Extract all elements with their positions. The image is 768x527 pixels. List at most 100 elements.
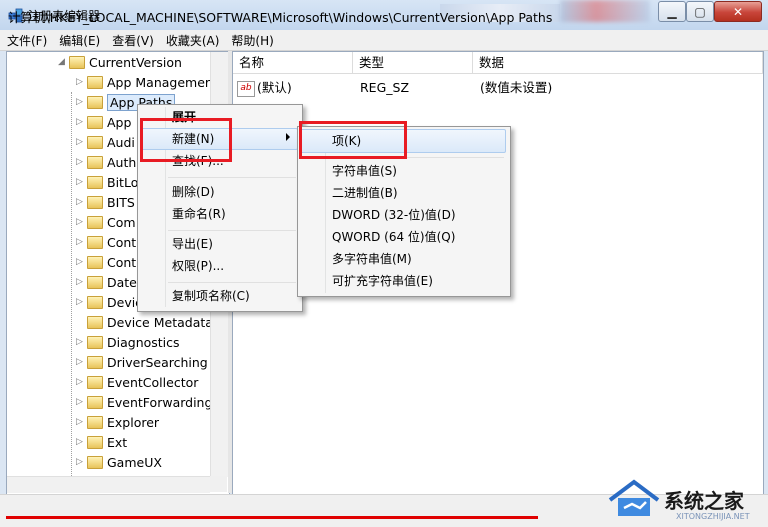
menu-view[interactable]: 查看(V) [105,32,159,49]
maximize-button[interactable]: ▢ [686,1,714,22]
expand-icon[interactable]: ▷ [75,257,84,267]
sub-qword-value[interactable]: QWORD (64 位)值(Q) [332,227,455,247]
folder-icon [87,395,103,409]
tree-item-label: EventCollector [107,374,199,390]
annotation-underline [6,516,538,519]
tree-horizontal-scrollbar[interactable] [7,476,210,493]
tree-item[interactable]: ▷ Date [75,272,137,292]
menu-separator [168,177,296,178]
minimize-icon: ▁ [667,4,677,19]
ctx-rename[interactable]: 重命名(R) [172,204,226,224]
value-row-default[interactable]: ab (默认) [237,78,292,98]
expand-icon[interactable]: ▷ [75,177,84,187]
sub-expandable-string-value[interactable]: 可扩充字符串值(E) [332,271,433,291]
expand-icon[interactable]: ▷ [75,237,84,247]
folder-icon [87,115,103,129]
menu-help[interactable]: 帮助(H) [224,32,278,49]
tree-item[interactable]: ▷ BITS [75,192,135,212]
column-header-type[interactable]: 类型 [353,52,473,74]
folder-icon [87,235,103,249]
expand-icon[interactable]: ▷ [75,357,84,367]
scrollbar-corner [210,476,227,492]
expand-icon[interactable]: ▷ [75,157,84,167]
tree-item[interactable]: ▷ Explorer [75,412,159,432]
tree-item-label: BitLo [107,174,139,190]
submenu-arrow-icon [286,133,290,141]
expand-icon[interactable]: ▷ [75,397,84,407]
tree-item[interactable]: ▷ App Managemer [75,72,210,92]
folder-icon [87,295,103,309]
tree-item[interactable]: ▷ Auth [75,152,136,172]
folder-icon [87,255,103,269]
expand-icon[interactable]: ▷ [75,197,84,207]
tree-item[interactable]: ▷ Cont [75,252,136,272]
expand-icon[interactable]: ▷ [75,97,84,107]
tree-guide-line [71,92,72,492]
tree-item[interactable]: ▷ App [75,112,131,132]
folder-icon [87,335,103,349]
tree-item[interactable]: ▷ GameUX [75,452,162,472]
folder-icon [87,355,103,369]
column-header-name[interactable]: 名称 [233,52,353,74]
tree-item[interactable]: ▷ Devic [75,292,142,312]
ctx-delete[interactable]: 删除(D) [172,182,215,202]
ctx-copy-key-name[interactable]: 复制项名称(C) [172,286,250,306]
expand-icon[interactable]: ▷ [75,137,84,147]
tree-item-label: Device Metadata [107,314,213,330]
expand-icon[interactable]: ▷ [75,217,84,227]
tree-item-label: Auth [107,154,137,170]
menu-favorites[interactable]: 收藏夹(A) [159,32,225,49]
expand-icon[interactable]: ▷ [75,277,84,287]
tree-item-label: DriverSearching [107,354,208,370]
sub-multi-string-value[interactable]: 多字符串值(M) [332,249,412,269]
expand-icon[interactable]: ▷ [75,117,84,127]
tree-item-label: Ext [107,434,128,450]
tree-item[interactable]: ▷ Cont [75,232,136,252]
minimize-button[interactable]: ▁ [658,1,686,22]
tree-item[interactable]: ▷ Ext [75,432,127,452]
tree-item-label: App [107,114,132,130]
tree-item[interactable]: Device Metadata [75,312,213,332]
expand-icon[interactable]: ▷ [75,337,84,347]
sub-dword-value[interactable]: DWORD (32-位)值(D) [332,205,456,225]
column-header-data[interactable]: 数据 [473,52,763,74]
ctx-permissions[interactable]: 权限(P)... [172,256,224,276]
watermark-house-icon [608,479,660,516]
tree-item-label: BITS [107,194,135,210]
ctx-export[interactable]: 导出(E) [172,234,213,254]
tree-item-label: App Managemer [107,74,211,90]
tree-item[interactable]: ▷ BitLo [75,172,138,192]
tree-item[interactable]: ▷ DriverSearching [75,352,208,372]
expand-icon[interactable]: ▷ [75,437,84,447]
tree-item[interactable]: ▷ Com [75,212,136,232]
sub-binary-value[interactable]: 二进制值(B) [332,183,398,203]
collapse-icon[interactable]: ◢ [57,57,66,67]
expand-icon[interactable]: ▷ [75,417,84,427]
expand-icon[interactable]: ▷ [75,457,84,467]
watermark-text: 系统之家 [664,489,744,513]
tree-item-currentversion[interactable]: ◢ CurrentVersion [57,52,182,72]
close-button[interactable]: ✕ [714,1,762,22]
maximize-icon: ▢ [694,4,706,19]
menu-edit[interactable]: 编辑(E) [52,32,105,49]
tree-item[interactable]: ▷ Diagnostics [75,332,180,352]
menu-file[interactable]: 文件(F) [0,32,52,49]
tree-item-label: Diagnostics [107,334,180,350]
tree-item-label: EventForwarding [107,394,213,410]
annotation-box-key [299,121,407,159]
tree-item-label: Audi [107,134,135,150]
folder-open-icon [69,55,85,69]
tree-item[interactable]: ▷ Audi [75,132,135,152]
tree-item-label: Com [107,214,136,230]
expand-icon[interactable]: ▷ [75,377,84,387]
folder-icon [87,95,103,109]
tree-item[interactable]: ▷ EventForwarding [75,392,212,412]
folder-icon [87,155,103,169]
tree-item[interactable]: ▷ EventCollector [75,372,198,392]
sub-string-value[interactable]: 字符串值(S) [332,161,397,181]
value-data: (数值未设置) [480,80,553,95]
folder-icon [87,455,103,469]
expand-icon[interactable]: ▷ [75,297,84,307]
expand-icon[interactable]: ▷ [75,77,84,87]
folder-icon [87,175,103,189]
